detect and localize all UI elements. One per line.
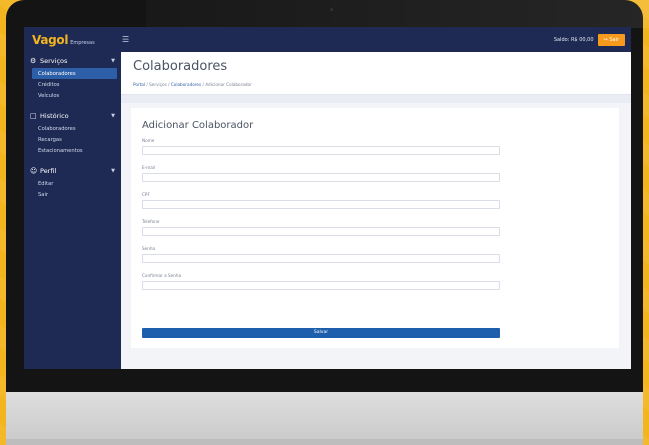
header-band — [121, 95, 631, 103]
sidebar: ⚙ Serviços ▼ Colaboradores Créditos Veíc… — [24, 52, 121, 369]
chevron-down-icon: ▼ — [111, 113, 115, 119]
cpf-field: CPF — [142, 192, 500, 209]
breadcrumb-current: Adicionar Colaborador — [205, 82, 252, 87]
phone-field: Telefone — [142, 219, 500, 236]
brand-logo: Vagol — [32, 32, 69, 47]
brand-subtitle: Empresas — [70, 39, 95, 46]
balance-text: Saldo: R$ 00,00 — [553, 36, 594, 43]
sidebar-item-creditos[interactable]: Créditos — [24, 79, 121, 90]
sidebar-item-editar[interactable]: Editar — [24, 178, 121, 189]
chevron-down-icon: ▼ — [111, 58, 115, 64]
logout-label: Sair — [609, 36, 619, 43]
top-bar: Vagol Empresas ☰ Saldo: R$ 00,00 ↪ Sair — [24, 27, 631, 52]
phone-label: Telefone — [142, 219, 160, 224]
logout-button[interactable]: ↪ Sair — [597, 33, 625, 46]
hamburger-menu-icon[interactable]: ☰ — [122, 35, 129, 44]
save-button[interactable]: Salvar — [142, 328, 500, 338]
password-label: Senha — [142, 246, 156, 251]
name-label: Nome — [142, 138, 155, 143]
screen: Vagol Empresas ☰ Saldo: R$ 00,00 ↪ Sair … — [24, 27, 631, 369]
breadcrumb-portal[interactable]: Portal — [133, 82, 145, 87]
sidebar-item-colaboradores[interactable]: Colaboradores — [32, 68, 117, 79]
brand[interactable]: Vagol Empresas — [32, 33, 118, 47]
main-content: Colaboradores Portal / Serviços / Colabo… — [121, 52, 631, 369]
page-title: Colaboradores — [133, 59, 228, 74]
sidebar-item-veiculos[interactable]: Veículos — [24, 90, 121, 101]
gear-icon: ⚙ — [30, 57, 37, 65]
password-field: Senha — [142, 246, 500, 263]
sidebar-section-servicos[interactable]: ⚙ Serviços ▼ — [24, 52, 121, 68]
email-field: E-mail — [142, 165, 500, 182]
folder-icon: □ — [30, 112, 37, 120]
monitor-chin — [6, 392, 643, 445]
confirm-password-label: Confirmar a Senha — [142, 273, 182, 278]
monitor-stand — [6, 439, 643, 445]
sidebar-section-historico[interactable]: □ Histórico ▼ — [24, 107, 121, 123]
sidebar-section-title: Histórico — [40, 112, 69, 120]
sidebar-item-estacionamentos[interactable]: Estacionamentos — [24, 145, 121, 156]
cpf-input[interactable] — [142, 200, 500, 209]
cpf-label: CPF — [142, 192, 150, 197]
confirm-password-input[interactable] — [142, 281, 500, 290]
confirm-password-field: Confirmar a Senha — [142, 273, 500, 290]
topbar-right: Saldo: R$ 00,00 ↪ Sair — [553, 33, 625, 46]
page-header: Colaboradores Portal / Serviços / Colabo… — [121, 52, 631, 95]
logout-icon: ↪ — [603, 36, 608, 43]
sidebar-section-title: Perfil — [40, 167, 57, 175]
form-card: Adicionar Colaborador Nome E-mail CPF Te… — [131, 108, 619, 348]
chevron-down-icon: ▼ — [111, 168, 115, 174]
name-input[interactable] — [142, 146, 500, 155]
user-icon: ☺ — [30, 167, 38, 175]
breadcrumb-colaboradores[interactable]: Colaboradores — [171, 82, 201, 87]
name-field: Nome — [142, 138, 500, 155]
breadcrumb: Portal / Serviços / Colaboradores / Adic… — [133, 82, 252, 87]
sidebar-item-sair[interactable]: Sair — [24, 189, 121, 200]
breadcrumb-servicos[interactable]: Serviços — [149, 82, 167, 87]
sidebar-item-historico-colaboradores[interactable]: Colaboradores — [24, 123, 121, 134]
email-input[interactable] — [142, 173, 500, 182]
password-input[interactable] — [142, 254, 500, 263]
sidebar-item-recargas[interactable]: Recargas — [24, 134, 121, 145]
sidebar-section-title: Serviços — [40, 57, 68, 65]
email-label: E-mail — [142, 165, 156, 170]
phone-input[interactable] — [142, 227, 500, 236]
camera-dot — [330, 8, 333, 11]
form-title: Adicionar Colaborador — [142, 120, 254, 131]
sidebar-section-perfil[interactable]: ☺ Perfil ▼ — [24, 162, 121, 178]
